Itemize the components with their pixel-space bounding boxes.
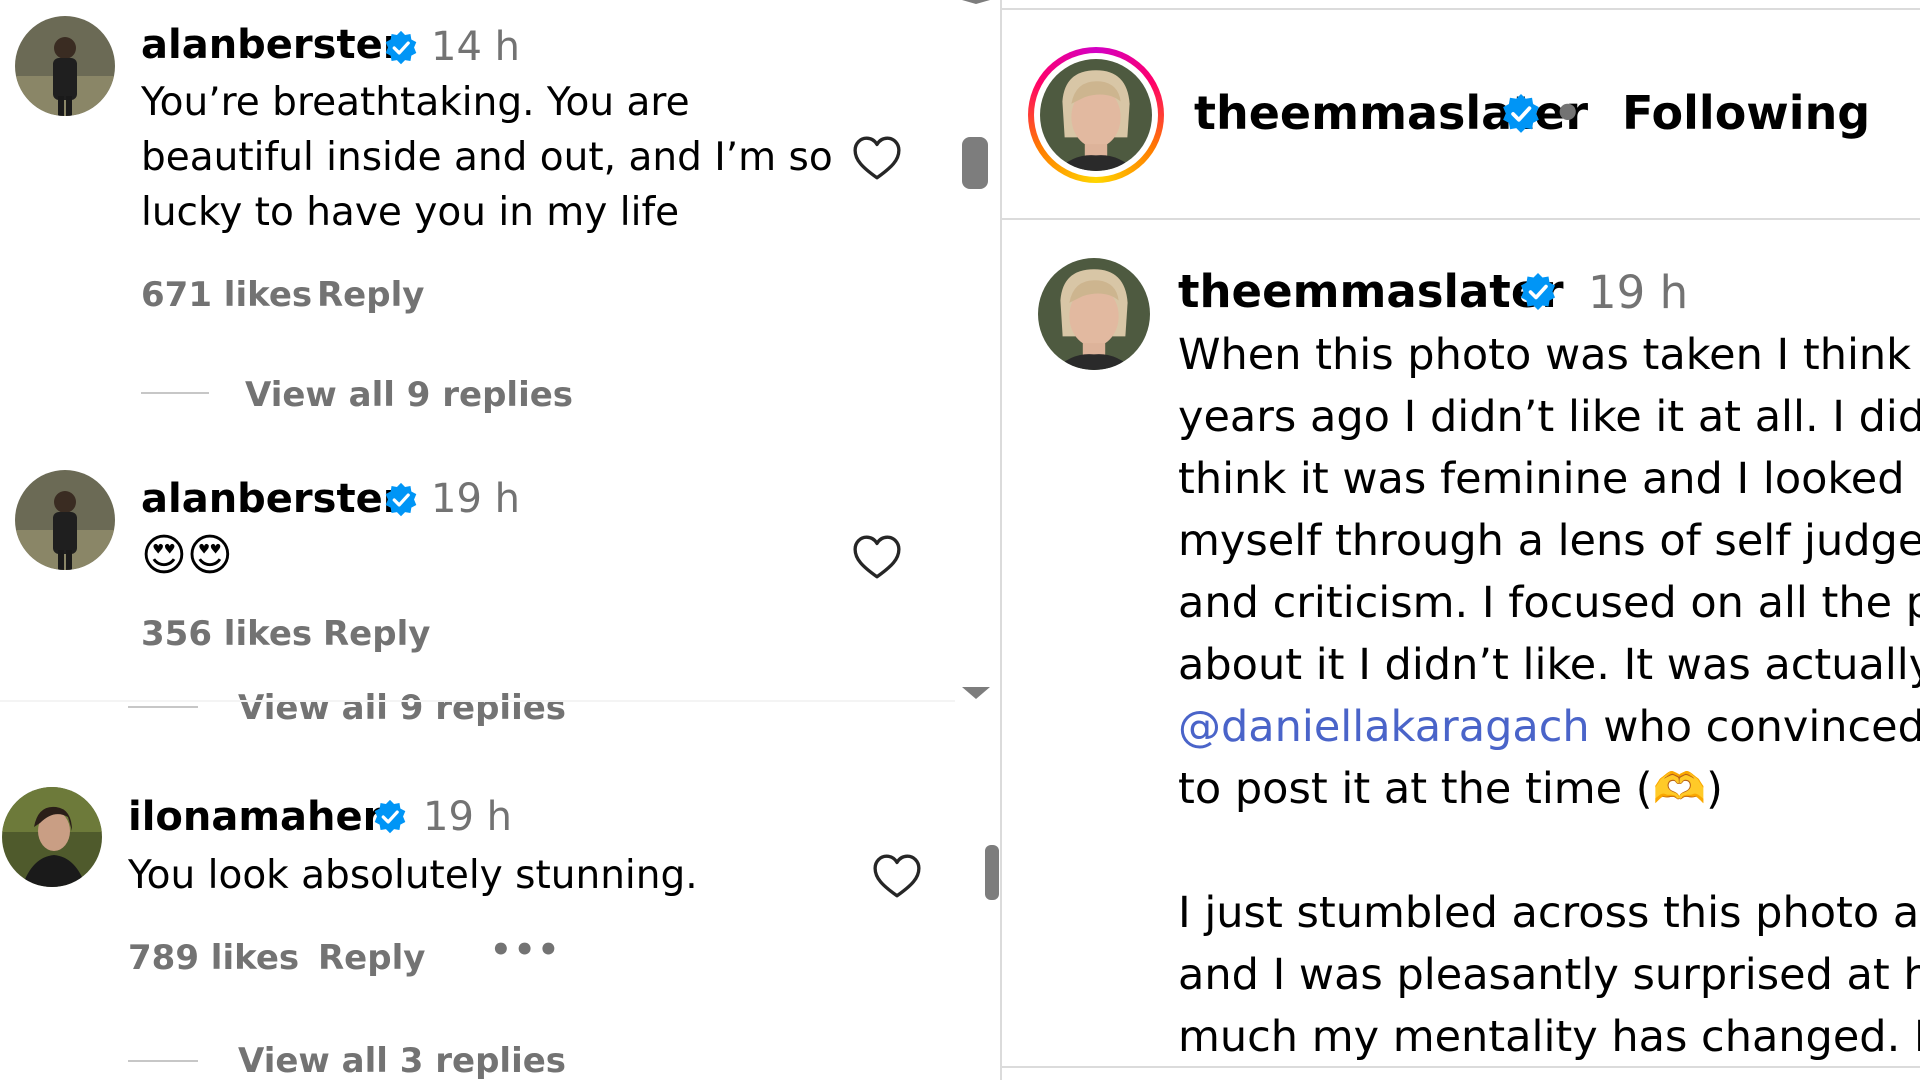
caption-line-text: who convinced	[1589, 702, 1920, 752]
caption-scrollbar-thumb[interactable]	[985, 845, 999, 900]
caption-line: When this photo was taken I think 2	[1178, 330, 1920, 380]
caption-text: When this photo was taken I think 2 year…	[1178, 324, 1920, 1068]
comment-username[interactable]: alanbersten	[141, 22, 411, 68]
caption-username[interactable]: theemmaslater	[1178, 265, 1564, 318]
comment-text: You look absolutely stunning.	[128, 853, 698, 898]
caption-line: @daniellakaragach who convinced	[1178, 696, 1920, 758]
separator-dot: •	[1553, 86, 1583, 140]
comment-username[interactable]: alanbersten	[141, 476, 411, 522]
scroll-down-arrow-icon[interactable]	[962, 687, 990, 699]
comment-text-line: beautiful inside and out, and I’m so	[141, 135, 833, 180]
comment-text-line: You’re breathtaking. You are	[141, 80, 690, 125]
replies-divider	[128, 1060, 198, 1062]
verified-badge-icon	[383, 30, 419, 66]
replies-divider	[141, 392, 209, 394]
bottom-divider	[1000, 1066, 1920, 1068]
caption-line-text: to post it at the time (	[1178, 764, 1653, 814]
heart-hands-emoji: 🫶	[1652, 764, 1707, 814]
header-divider	[1000, 218, 1920, 220]
caption-line: myself through a lens of self judger	[1178, 516, 1920, 566]
caption-author-avatar[interactable]	[1038, 258, 1150, 370]
like-heart-icon[interactable]	[852, 534, 902, 580]
like-heart-icon[interactable]	[872, 853, 922, 899]
comment-username[interactable]: ilonamaher	[128, 794, 382, 840]
caption-line: I just stumbled across this photo ag	[1178, 888, 1920, 938]
caption-line: much my mentality has changed. I	[1178, 1012, 1920, 1062]
comment-time: 14 h	[431, 24, 520, 70]
likes-count[interactable]: 789 likes	[128, 938, 299, 978]
following-button[interactable]: Following	[1622, 86, 1870, 140]
top-border	[1000, 8, 1920, 10]
scrollbar-thumb[interactable]	[962, 137, 988, 189]
paragraph-break	[1178, 820, 1920, 882]
comment-emoji: 😍😍	[141, 530, 233, 581]
avatar[interactable]	[15, 16, 115, 116]
view-replies-button[interactable]: View all 9 replies	[238, 688, 566, 728]
caption-line: to post it at the time (🫶)	[1178, 758, 1920, 820]
comment-text-line: lucky to have you in my life	[141, 190, 680, 235]
comment-text: You’re breathtaking. You are beautiful i…	[141, 75, 841, 240]
verified-badge-icon	[1500, 93, 1542, 135]
avatar[interactable]	[15, 470, 115, 570]
caption-line: about it I didn’t like. It was actually	[1178, 640, 1920, 690]
more-options-icon[interactable]: •••	[490, 930, 561, 970]
replies-divider	[128, 706, 198, 708]
comment-time: 19 h	[423, 794, 512, 840]
verified-badge-icon	[383, 482, 419, 518]
caption-line: and I was pleasantly surprised at ho	[1178, 950, 1920, 1000]
caption-line: think it was feminine and I looked a	[1178, 454, 1920, 504]
scrollbar-track[interactable]	[955, 0, 997, 700]
avatar[interactable]	[2, 787, 102, 887]
reply-button[interactable]: Reply	[317, 275, 424, 315]
verified-badge-icon	[372, 799, 408, 835]
caption-line: years ago I didn’t like it at all. I did…	[1178, 392, 1920, 442]
mention-link[interactable]: @daniellakaragach	[1178, 702, 1590, 752]
like-heart-icon[interactable]	[852, 135, 902, 181]
comment-time: 19 h	[431, 476, 520, 522]
story-ring-avatar[interactable]	[1028, 47, 1164, 183]
pane-border	[1000, 0, 1002, 1080]
post-pane: theemmaslater • Following theemmaslater …	[1000, 0, 1920, 1080]
view-replies-button[interactable]: View all 9 replies	[245, 375, 573, 415]
verified-badge-icon	[1518, 272, 1558, 312]
pane-seam	[0, 700, 955, 702]
likes-count[interactable]: 356 likes	[141, 614, 312, 654]
scroll-up-arrow-icon[interactable]	[962, 0, 990, 4]
view-replies-button[interactable]: View all 3 replies	[238, 1041, 566, 1080]
caption-line: and criticism. I focused on all the pa	[1178, 578, 1920, 628]
reply-button[interactable]: Reply	[323, 614, 430, 654]
likes-count[interactable]: 671 likes	[141, 275, 312, 315]
comments-pane: alanbersten 14 h You’re breathtaking. Yo…	[0, 0, 955, 1080]
caption-time: 19 h	[1588, 266, 1689, 319]
caption-line-text: )	[1706, 764, 1723, 814]
reply-button[interactable]: Reply	[318, 938, 425, 978]
